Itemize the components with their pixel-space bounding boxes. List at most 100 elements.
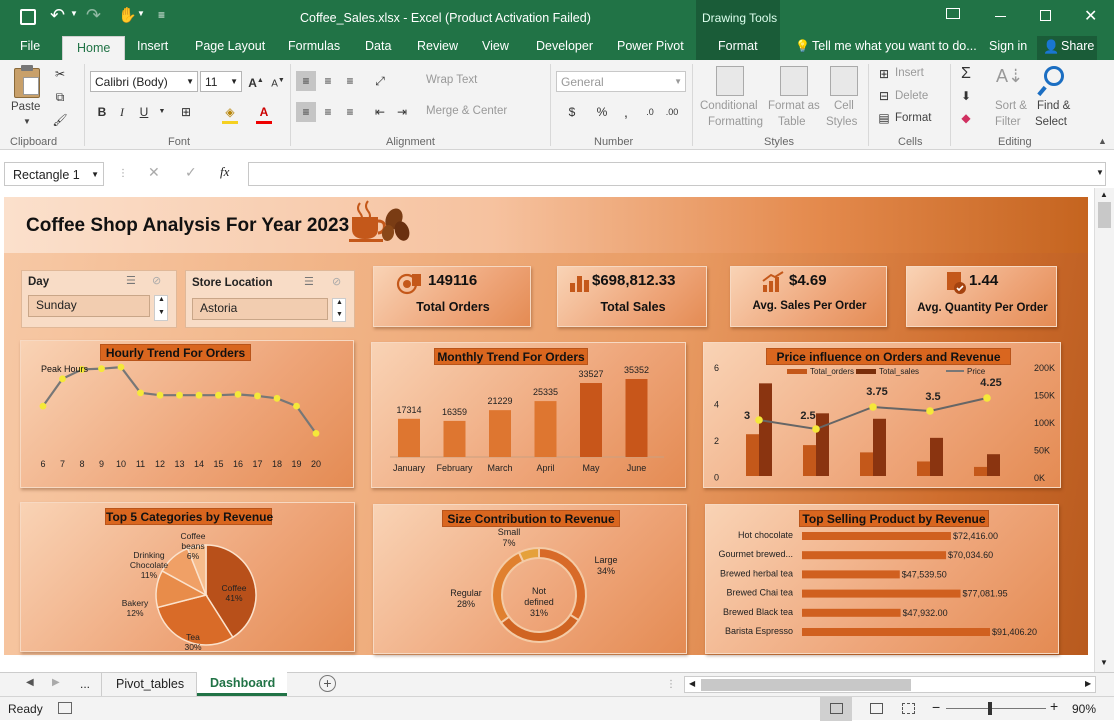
number-format-dropdown[interactable]: General ▼ — [556, 71, 686, 92]
currency-icon[interactable]: $ — [562, 102, 582, 122]
format-cells-button[interactable]: Format — [895, 112, 931, 124]
store-location-slicer[interactable]: Store Location ☰ ⊘ Astoria ▲ ▼ — [185, 270, 355, 328]
ribbon-display-icon[interactable] — [946, 8, 960, 19]
hourly-trend-card[interactable]: Hourly Trend For Orders 6 7 8 9 10 11 12 13 14 15… — [20, 340, 354, 488]
macro-record-icon[interactable] — [58, 702, 72, 714]
slicer-scrollbar[interactable]: ▲ ▼ — [154, 295, 168, 321]
paste-label[interactable]: Paste — [11, 101, 40, 113]
find-select-icon[interactable] — [1044, 66, 1064, 86]
tab-review[interactable]: Review — [417, 39, 458, 53]
paste-icon[interactable] — [14, 65, 40, 98]
increase-indent-icon[interactable]: ⇥ — [392, 102, 412, 122]
increase-decimal-icon[interactable]: .0 — [640, 102, 660, 122]
zoom-slider-thumb[interactable] — [988, 702, 992, 715]
monthly-trend-card[interactable]: Monthly Trend For Orders 17314 January 163… — [371, 342, 686, 488]
tab-formulas[interactable]: Formulas — [288, 39, 340, 53]
page-layout-view-icon[interactable] — [870, 703, 883, 714]
cell-styles-icon[interactable] — [830, 66, 858, 96]
bold-icon[interactable]: B — [92, 102, 112, 122]
decrease-font-icon[interactable]: A▼ — [268, 71, 288, 91]
find-select-label[interactable]: Find & — [1037, 100, 1070, 112]
next-sheet-icon[interactable]: ▶ — [52, 677, 60, 688]
format-as-table-label[interactable]: Format as — [768, 100, 820, 112]
size-contribution-card[interactable]: Size Contribution to Revenue Large 34% Not… — [373, 504, 687, 654]
sort-filter-icon[interactable]: A⇣ — [996, 66, 1023, 87]
align-middle-icon[interactable]: ≡ — [318, 71, 338, 91]
vertical-scrollbar[interactable]: ▲ ▼ — [1094, 188, 1114, 672]
font-name-dropdown[interactable]: Calibri (Body) ▼ — [90, 71, 198, 92]
sort-filter-label-2[interactable]: Filter — [995, 116, 1021, 128]
delete-cells-icon[interactable]: ⊟ — [874, 86, 894, 106]
paste-dropdown-icon[interactable]: ▼ — [23, 117, 31, 126]
clear-filter-icon[interactable]: ⊘ — [332, 275, 341, 288]
zoom-slider[interactable] — [946, 708, 1046, 709]
tab-data[interactable]: Data — [365, 39, 391, 53]
delete-cells-button[interactable]: Delete — [895, 90, 928, 102]
formula-input[interactable] — [248, 162, 1106, 186]
align-top-icon[interactable]: ≡ — [296, 71, 316, 91]
increase-font-icon[interactable]: A▲ — [246, 71, 266, 91]
close-icon[interactable]: ✕ — [1084, 6, 1097, 26]
worksheet[interactable]: ▲ ▼ Coffee Shop Analysis For Year 2023 D… — [0, 188, 1114, 672]
zoom-in-icon[interactable]: + — [1050, 698, 1058, 714]
format-as-table-icon[interactable] — [780, 66, 808, 96]
more-sheets-button[interactable]: ... — [80, 677, 90, 691]
autosum-icon[interactable]: Σ — [956, 64, 976, 84]
insert-cells-button[interactable]: Insert — [895, 67, 924, 79]
copy-icon[interactable]: ⧉ — [50, 87, 70, 107]
expand-formula-icon[interactable]: ▼ — [1096, 168, 1104, 177]
dashboard-shape[interactable]: Coffee Shop Analysis For Year 2023 Day ☰… — [4, 197, 1088, 655]
share-button[interactable]: Share — [1061, 39, 1094, 53]
cell-styles-label[interactable]: Cell — [834, 100, 854, 112]
comma-icon[interactable]: , — [616, 102, 636, 122]
clear-filter-icon[interactable]: ⊘ — [152, 274, 161, 287]
store-location-slicer-item[interactable]: Astoria — [192, 298, 328, 320]
name-box[interactable]: Rectangle 1 ▼ — [4, 162, 104, 186]
tab-home[interactable]: Home — [62, 36, 126, 60]
underline-dropdown-icon[interactable]: ▼ — [152, 102, 172, 122]
sheet-tab-dashboard[interactable]: Dashboard — [197, 672, 287, 696]
clear-icon[interactable]: ◆ — [956, 108, 976, 128]
sort-filter-label[interactable]: Sort & — [995, 100, 1027, 112]
insert-function-icon[interactable]: fx — [220, 164, 229, 180]
day-slicer-item[interactable]: Sunday — [28, 295, 150, 317]
format-as-table-label-2[interactable]: Table — [778, 116, 806, 128]
save-icon[interactable] — [20, 9, 36, 25]
borders-icon[interactable]: ⊞ — [176, 102, 196, 122]
touch-mode-icon[interactable]: ✋ — [118, 6, 137, 24]
underline-icon[interactable]: U — [134, 102, 154, 122]
decrease-decimal-icon[interactable]: .00 — [662, 102, 682, 122]
merge-center-button[interactable]: Merge & Center — [426, 105, 507, 117]
page-break-view-icon[interactable] — [902, 703, 915, 714]
maximize-icon[interactable] — [1040, 10, 1051, 21]
day-slicer[interactable]: Day ☰ ⊘ Sunday ▲ ▼ — [21, 270, 177, 328]
prev-sheet-icon[interactable]: ◀ — [26, 677, 34, 688]
enter-icon[interactable]: ✓ — [185, 164, 197, 181]
cancel-icon[interactable]: ✕ — [148, 164, 160, 181]
percent-icon[interactable]: % — [592, 102, 612, 122]
align-center-icon[interactable]: ≡ — [318, 102, 338, 122]
orientation-icon[interactable]: ⤢ — [370, 71, 390, 91]
align-left-icon[interactable]: ≡ — [296, 102, 316, 122]
fill-icon[interactable]: ⬇ — [956, 86, 976, 106]
conditional-formatting-icon[interactable] — [716, 66, 744, 96]
wrap-text-button[interactable]: Wrap Text — [426, 74, 477, 86]
horizontal-scrollbar[interactable]: ◀ ▶ — [684, 676, 1096, 693]
customize-qat-icon[interactable]: ≡ — [158, 8, 165, 22]
tell-me-search[interactable]: Tell me what you want to do... — [812, 39, 977, 53]
undo-dropdown-icon[interactable]: ▼ — [70, 9, 78, 18]
cut-icon[interactable]: ✂ — [50, 64, 70, 84]
minimize-icon[interactable] — [995, 16, 1006, 17]
zoom-level[interactable]: 90% — [1072, 702, 1096, 716]
collapse-ribbon-icon[interactable]: ▲ — [1098, 136, 1107, 146]
font-color-icon[interactable]: A — [254, 102, 274, 122]
normal-view-icon[interactable] — [820, 697, 852, 721]
sign-in-link[interactable]: Sign in — [989, 39, 1027, 53]
conditional-formatting-label[interactable]: Conditional — [700, 100, 758, 112]
price-influence-card[interactable]: Price influence on Orders and Revenue 64… — [703, 342, 1061, 488]
tab-power-pivot[interactable]: Power Pivot — [617, 39, 684, 53]
insert-cells-icon[interactable]: ⊞ — [874, 64, 894, 84]
slicer-scrollbar[interactable]: ▲ ▼ — [332, 298, 346, 322]
top-products-card[interactable]: Top Selling Product by Revenue Hot choco… — [705, 504, 1059, 654]
add-sheet-icon[interactable]: + — [319, 675, 336, 692]
